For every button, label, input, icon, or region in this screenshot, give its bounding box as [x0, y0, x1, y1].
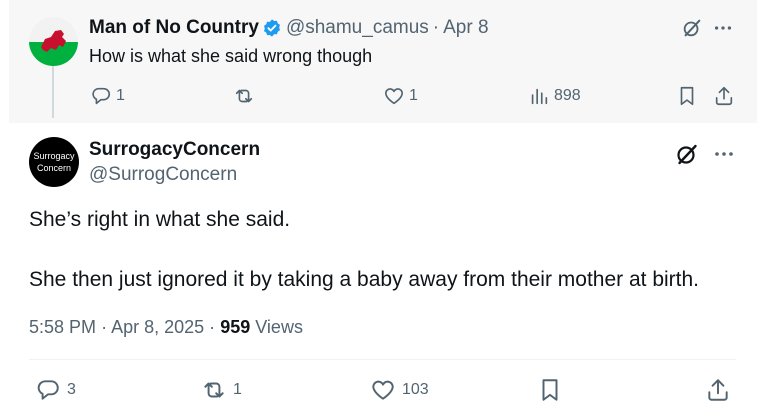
parent-bookmark-button[interactable] — [676, 84, 698, 108]
parent-views-button[interactable]: 898 — [528, 84, 581, 108]
retweet-count: 1 — [233, 381, 242, 398]
verified-badge-icon — [263, 19, 280, 37]
parent-header: Man of No Country @shamu_camus · Apr 8 — [89, 16, 489, 40]
bookmark-icon — [542, 379, 558, 401]
like-count: 103 — [402, 381, 429, 398]
more-options-icon[interactable] — [712, 17, 734, 39]
wales-flag-avatar[interactable] — [29, 17, 78, 66]
thread-line — [52, 62, 54, 118]
separator-dot: · — [432, 17, 440, 38]
more-options-icon[interactable] — [712, 142, 736, 166]
retweet-button[interactable]: 1 — [201, 376, 242, 404]
wales-flag-icon — [29, 17, 78, 66]
share-icon — [708, 379, 728, 401]
parent-like-button[interactable]: 1 — [383, 84, 418, 108]
separator-dot: · — [101, 317, 108, 337]
analytics-icon — [531, 88, 548, 105]
parent-author-name[interactable]: Man of No Country — [89, 16, 259, 40]
grok-icon[interactable] — [681, 17, 703, 39]
tweet-time[interactable]: 5:58 PM — [29, 317, 96, 337]
parent-author-handle[interactable]: @shamu_camus — [286, 16, 429, 40]
parent-reply-button[interactable]: 1 — [90, 84, 125, 108]
separator-dot: · — [209, 317, 216, 337]
divider — [29, 359, 736, 360]
share-button[interactable] — [705, 376, 731, 404]
heart-icon — [372, 380, 394, 400]
parent-share-button[interactable] — [713, 84, 735, 108]
reply-icon — [37, 380, 59, 400]
parent-views-count: 898 — [554, 87, 581, 104]
avatar-text-line1: Surrogacy — [33, 151, 75, 161]
tweet-date[interactable]: Apr 8, 2025 — [111, 317, 204, 337]
bookmark-button[interactable] — [537, 376, 563, 404]
avatar-text-line2: Concern — [36, 163, 72, 173]
grok-icon[interactable] — [675, 142, 699, 166]
parent-date[interactable]: Apr 8 — [443, 16, 488, 40]
share-icon — [715, 86, 733, 106]
views-count: 959 — [220, 317, 251, 337]
main-author-name[interactable]: SurrogacyConcern — [89, 138, 260, 162]
like-button[interactable]: 103 — [370, 376, 429, 404]
parent-tweet-text: How is what she said wrong though — [89, 46, 373, 66]
parent-like-count: 1 — [409, 87, 418, 104]
tweet-text-paragraph-2: She then just ignored it by taking a bab… — [29, 268, 700, 291]
tweet-text-paragraph-1: She’s right in what she said. — [29, 208, 291, 231]
heart-icon — [384, 88, 404, 105]
reply-count: 3 — [67, 381, 76, 398]
retweet-icon — [235, 89, 253, 103]
views-label: Views — [255, 317, 303, 337]
tweet-metadata: 5:58 PM · Apr 8, 2025 · 959 Views — [29, 315, 303, 339]
main-author-handle[interactable]: @SurrogConcern — [89, 163, 237, 187]
retweet-icon — [204, 382, 224, 398]
reply-button[interactable]: 3 — [35, 376, 76, 404]
surrogacy-concern-avatar[interactable]: Surrogacy Concern — [29, 137, 79, 187]
reply-icon — [92, 87, 110, 105]
parent-retweet-button[interactable] — [233, 84, 259, 108]
parent-reply-count: 1 — [116, 87, 125, 104]
bookmark-icon — [680, 86, 694, 106]
